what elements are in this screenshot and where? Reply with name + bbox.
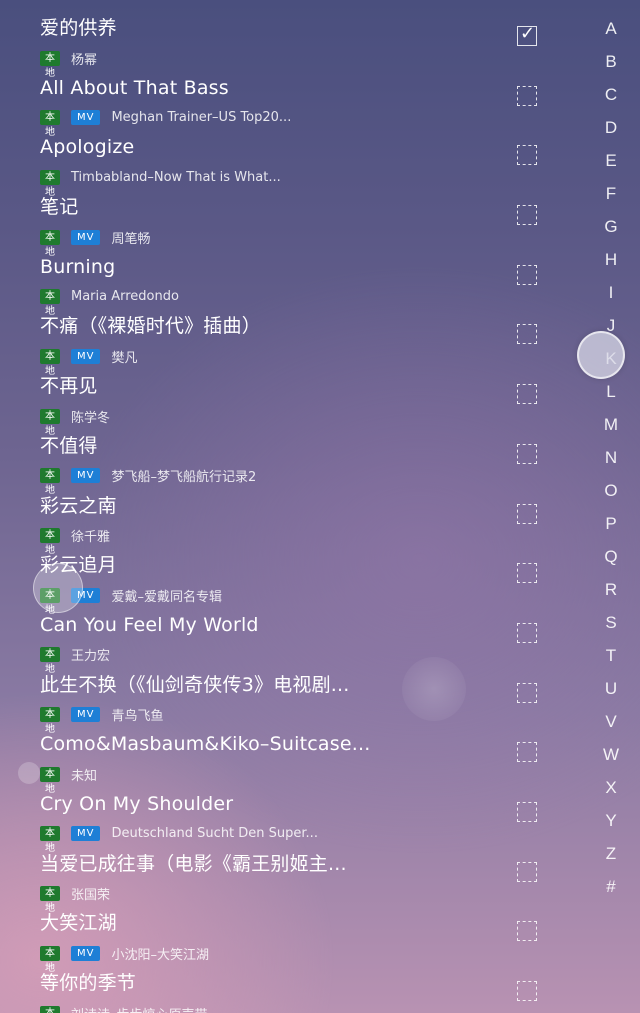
index-letter[interactable]: P (590, 507, 632, 540)
song-title: 彩云之南 (40, 494, 117, 517)
index-letter[interactable]: T (590, 639, 632, 672)
song-title: 彩云追月 (40, 554, 117, 577)
song-row[interactable]: 笔记 本地 MV 周笔畅 (0, 179, 580, 258)
select-checkbox[interactable] (517, 145, 537, 166)
song-title: 笔记 (40, 196, 79, 219)
song-title: 等你的季节 (40, 972, 137, 994)
index-letter[interactable]: K (590, 342, 632, 375)
song-row[interactable]: Apologize 本地 Timbabland–Now That is What..… (0, 119, 580, 198)
index-letter[interactable]: L (590, 375, 632, 408)
select-checkbox[interactable] (517, 384, 537, 405)
song-title: Burning (40, 255, 116, 278)
song-row[interactable]: 当爱已成往事（电影《霸王别姬主... 本地 张国荣 (0, 836, 580, 914)
index-letter[interactable]: A (590, 12, 632, 45)
song-title: 此生不换（《仙剑奇侠传3》电视剧... (40, 673, 350, 696)
song-row[interactable]: 不痛（《裸婚时代》插曲） 本地 MV 樊凡 (0, 298, 580, 377)
song-row[interactable]: All About That Bass 本地 MV Meghan Trainer–US… (0, 60, 580, 138)
select-checkbox[interactable] (517, 563, 537, 584)
song-title: 不再见 (40, 375, 98, 398)
checkmark-icon: ✓ (520, 23, 536, 44)
song-row[interactable]: 等你的季节本地 刘诗诗–步步惊心原声带 (0, 955, 580, 1013)
song-title: Can You Feel My World (40, 613, 259, 636)
select-checkbox[interactable] (517, 324, 537, 345)
index-letter[interactable]: F (590, 177, 632, 210)
song-title: 当爱已成往事（电影《霸王别姬主... (40, 852, 347, 875)
select-checkbox[interactable] (517, 503, 537, 524)
index-letter[interactable]: # (590, 870, 632, 903)
song-row[interactable]: 彩云之南 本地 徐千雅 (0, 478, 580, 556)
index-letter[interactable]: X (590, 771, 632, 804)
select-checkbox[interactable] (517, 921, 537, 942)
index-letter[interactable]: N (590, 441, 632, 474)
song-row[interactable]: 此生不换（《仙剑奇侠传3》电视剧... 本地 MV 青鸟飞鱼 (0, 657, 580, 735)
index-letter[interactable]: H (590, 243, 632, 276)
song-title: 爱的供养 (40, 17, 117, 39)
index-letter[interactable]: I (590, 276, 632, 309)
select-checkbox[interactable] (517, 742, 537, 763)
index-letter[interactable]: R (590, 573, 632, 606)
song-row[interactable]: 不值得 本地 MV 梦飞船–梦飞船航行记录2 (0, 418, 580, 496)
select-checkbox[interactable] (517, 85, 537, 106)
index-letter[interactable]: G (590, 210, 632, 243)
song-artist: 刘诗诗–步步惊心原声带 (71, 1004, 208, 1013)
index-letter[interactable]: Z (590, 837, 632, 870)
song-row[interactable]: 爱的供养 本地 杨幂 ✓ (0, 0, 580, 79)
song-row[interactable]: 大笑江湖 本地 MV 小沈阳–大笑江湖 (0, 895, 580, 974)
song-list[interactable]: 爱的供养 本地 杨幂 ✓ All About That Bass 本地 MV Meghan T… (0, 0, 580, 1013)
index-letter[interactable]: U (590, 672, 632, 705)
song-title: All About That Bass (40, 76, 229, 99)
song-row[interactable]: Como&Masbaum&Kiko–Suitcase... 本地 未知 (0, 716, 580, 795)
index-letter[interactable]: S (590, 606, 632, 639)
song-row[interactable]: 彩云追月 本地 MV 爱戴–爱戴同名专辑 (0, 537, 580, 616)
select-checkbox[interactable] (517, 861, 537, 882)
select-checkbox[interactable] (517, 682, 537, 703)
song-row[interactable]: Can You Feel My World 本地 王力宏 (0, 597, 580, 675)
song-row[interactable]: Cry On My Shoulder 本地 MV Deutschland Sucht … (0, 776, 580, 854)
index-letter[interactable]: B (590, 45, 632, 78)
select-checkbox[interactable] (517, 622, 537, 643)
select-checkbox[interactable] (517, 981, 537, 1001)
index-letter[interactable]: W (590, 738, 632, 771)
select-checkbox[interactable] (517, 443, 537, 464)
local-badge: 本地 (40, 1005, 60, 1013)
song-row[interactable]: Burning 本地 Maria Arredondo (0, 239, 580, 317)
select-checkbox[interactable]: ✓ (517, 23, 537, 46)
index-letter[interactable]: E (590, 144, 632, 177)
song-title: Cry On My Shoulder (40, 792, 234, 815)
select-checkbox[interactable] (517, 801, 537, 822)
index-letter[interactable]: V (590, 705, 632, 738)
song-title: Apologize (40, 136, 135, 159)
index-letter[interactable]: C (590, 78, 632, 111)
song-row[interactable]: 不再见 本地 陈学冬 (0, 358, 580, 437)
alphabet-index-bar[interactable]: A B C D E F G H I J K L M N O P Q R S T U V W X Y Z # (590, 12, 632, 903)
select-checkbox[interactable] (517, 264, 537, 285)
song-meta: 本地 刘诗诗–步步惊心原声带 (40, 1005, 208, 1013)
index-letter[interactable]: Y (590, 804, 632, 837)
song-title: Como&Masbaum&Kiko–Suitcase... (40, 733, 371, 756)
index-letter[interactable]: O (590, 474, 632, 507)
song-title: 不值得 (40, 434, 98, 457)
index-letter[interactable]: J (590, 309, 632, 342)
index-letter[interactable]: D (590, 111, 632, 144)
song-title: 大笑江湖 (40, 912, 117, 935)
select-checkbox[interactable] (517, 205, 537, 226)
index-letter[interactable]: M (590, 408, 632, 441)
index-letter[interactable]: Q (590, 540, 632, 573)
song-title: 不痛（《裸婚时代》插曲） (40, 315, 261, 338)
